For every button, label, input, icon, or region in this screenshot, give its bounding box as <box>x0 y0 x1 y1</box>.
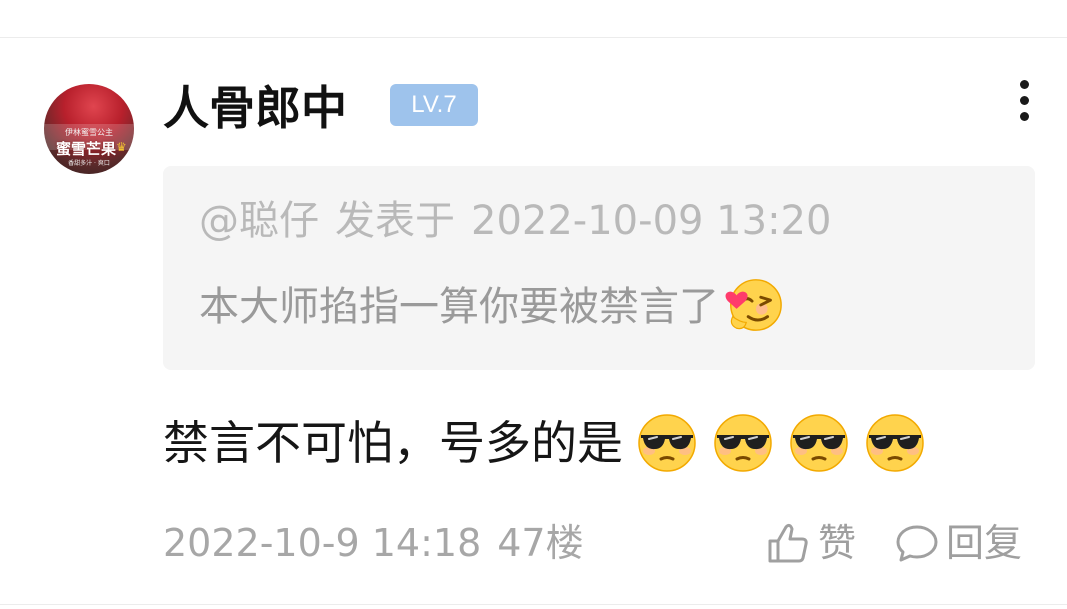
comment-page: 伊林蜜雪公主 蜜雪芒果 ♛ 香甜多汁 · 爽口 人骨郎中 LV.7 @聪仔 发表于… <box>0 0 1067 609</box>
thumbs-up-icon <box>768 523 808 562</box>
comment-body: 禁言不可怕，号多的是 <box>163 413 927 479</box>
sunglasses-emoji-icon <box>790 413 848 472</box>
quote-text-line: 本大师掐指一算你要被禁言了 <box>199 278 785 340</box>
avatar-line-3: 香甜多汁 · 爽口 <box>68 160 110 167</box>
quote-datetime: 2022-10-09 13:20 <box>471 198 832 244</box>
avatar[interactable]: 伊林蜜雪公主 蜜雪芒果 ♛ 香甜多汁 · 爽口 <box>44 84 134 174</box>
reply-button[interactable]: 回复 <box>894 516 1022 570</box>
speech-bubble-icon <box>896 525 938 561</box>
floor-number: 47楼 <box>497 521 584 565</box>
reply-label: 回复 <box>946 521 1023 565</box>
like-button[interactable]: 赞 <box>764 516 856 570</box>
quote-action: 发表于 <box>335 198 455 244</box>
more-vertical-icon[interactable] <box>1008 76 1044 126</box>
quote-user[interactable]: @聪仔 <box>199 198 319 244</box>
author-name[interactable]: 人骨郎中 <box>163 78 347 138</box>
quote-text: 本大师掐指一算你要被禁言了 <box>199 284 719 330</box>
like-label: 赞 <box>818 521 857 565</box>
comment-footer-meta: 2022-10-9 14:18 47楼 <box>163 518 584 568</box>
sunglasses-emoji-icon <box>866 413 924 472</box>
quoted-post[interactable]: @聪仔 发表于 2022-10-09 13:20 本大师掐指一算你要被禁言了 <box>163 166 1035 370</box>
bottom-divider <box>0 604 1067 605</box>
top-divider <box>0 37 1067 38</box>
avatar-line-1: 伊林蜜雪公主 <box>65 128 113 137</box>
sunglasses-emoji-icon <box>638 413 696 472</box>
quote-meta: @聪仔 发表于 2022-10-09 13:20 <box>199 196 831 246</box>
menu-dot <box>1020 112 1029 121</box>
comment-datetime: 2022-10-9 14:18 <box>163 521 482 565</box>
wink-heart-emoji-icon <box>725 279 782 331</box>
level-badge: LV.7 <box>390 84 478 126</box>
sunglasses-emoji-icon <box>714 413 772 472</box>
menu-dot <box>1020 80 1029 89</box>
crown-icon: ♛ <box>116 140 127 154</box>
menu-dot <box>1020 96 1029 105</box>
comment-text: 禁言不可怕，号多的是 <box>163 416 623 470</box>
